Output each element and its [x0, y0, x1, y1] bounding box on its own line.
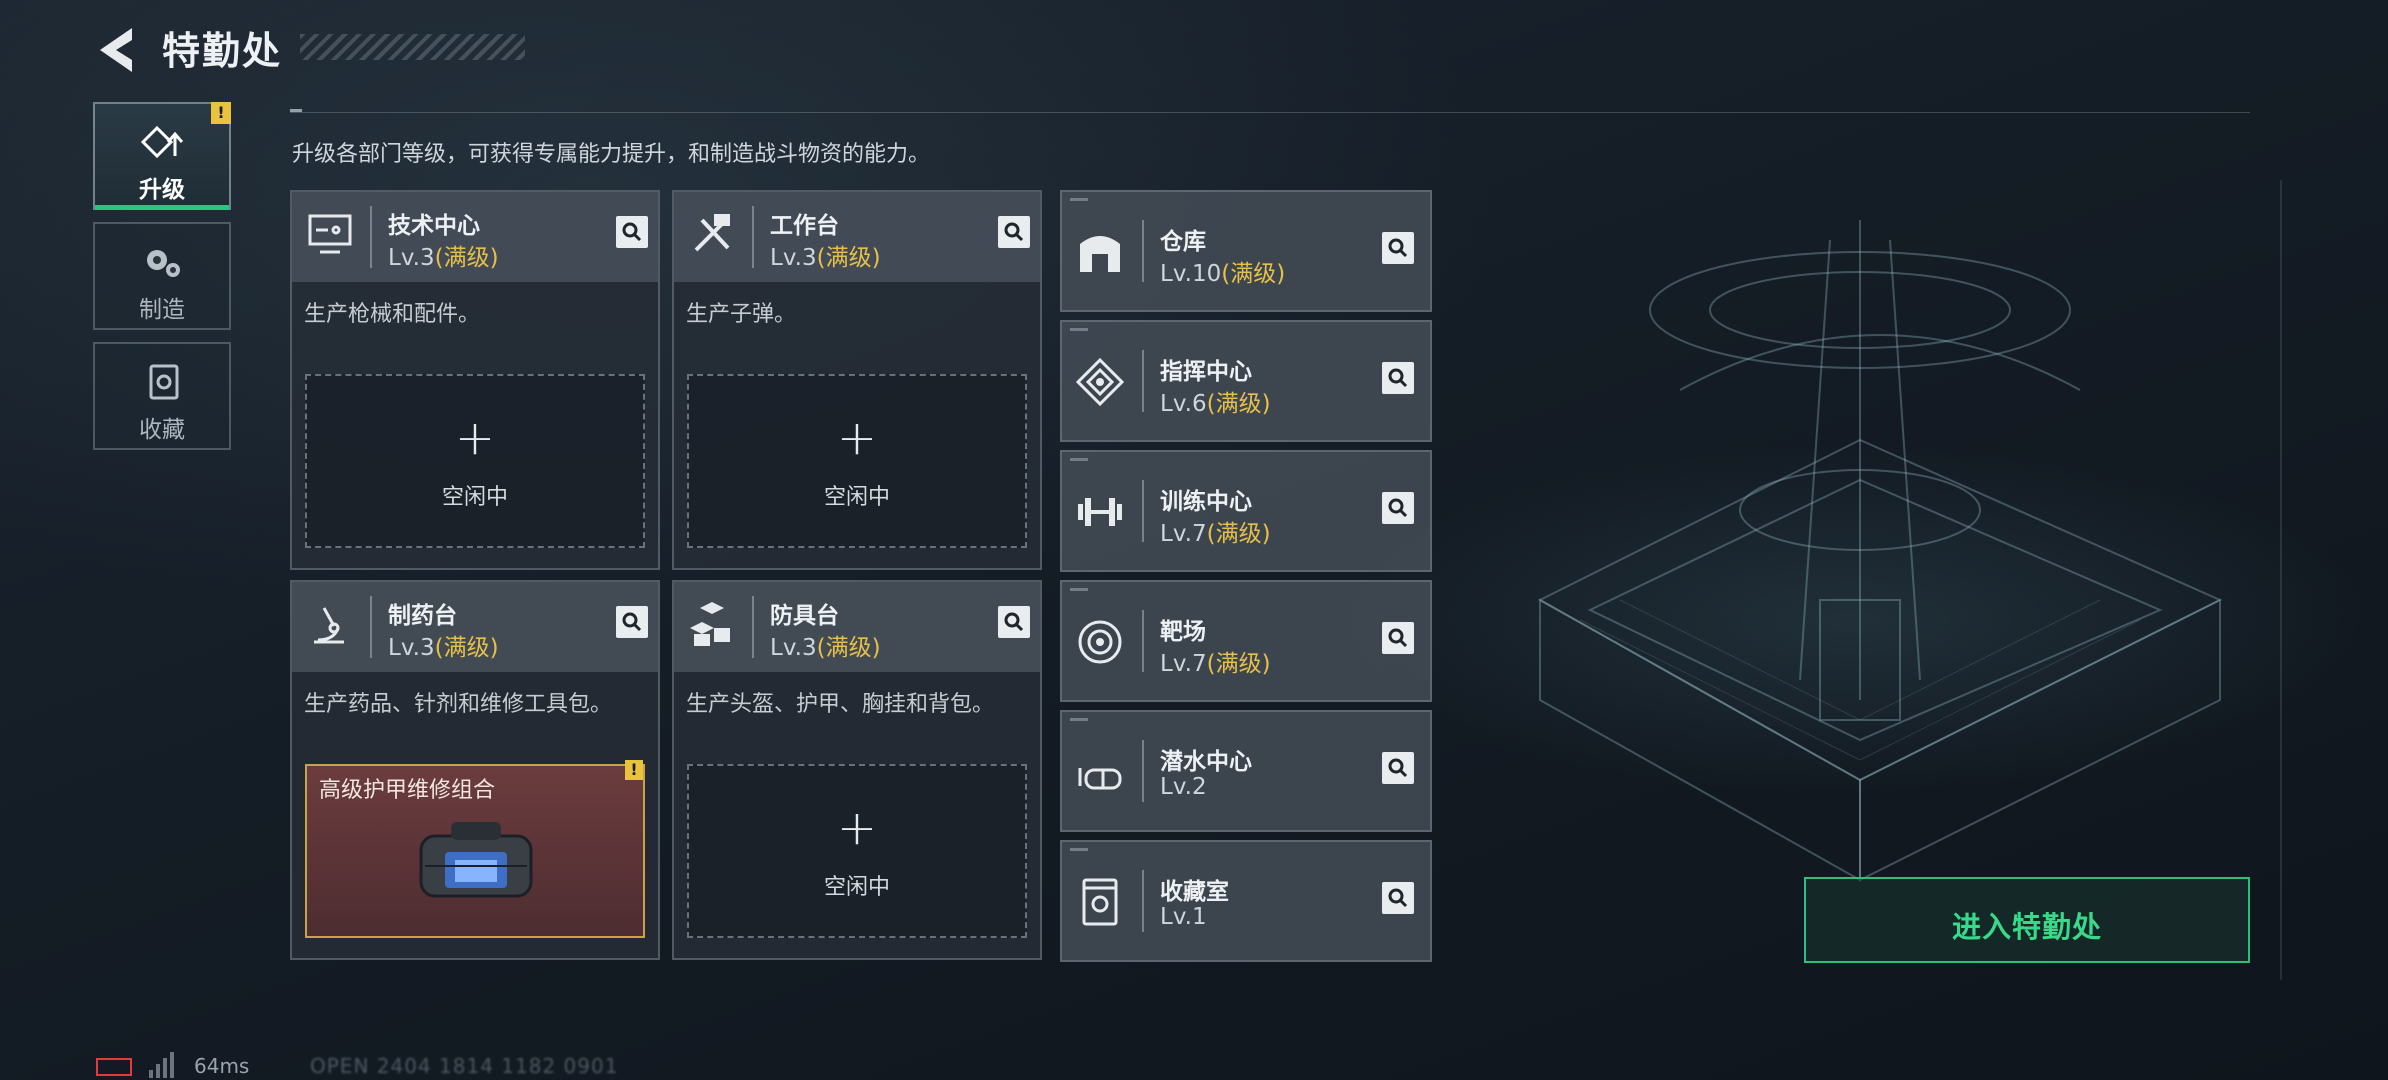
facility-name: 靶场	[1160, 619, 1206, 645]
gears-icon	[147, 250, 180, 277]
production-slot-active[interactable]: 高级护甲维修组合 !	[305, 760, 645, 938]
search-icon[interactable]	[616, 216, 648, 248]
facility-level: Lv.2	[1160, 774, 1207, 800]
search-icon[interactable]	[1382, 362, 1414, 394]
collection-icon	[149, 364, 179, 400]
search-icon[interactable]	[998, 606, 1030, 638]
search-icon[interactable]	[1382, 232, 1414, 264]
divider-accent	[290, 109, 302, 112]
cubes-icon	[690, 602, 730, 646]
facility-name: 指挥中心	[1160, 359, 1252, 385]
enter-button-label: 进入特勤处	[1951, 910, 2102, 944]
workshop-level: Lv.3(满级)	[770, 635, 881, 661]
workshop-name: 防具台	[770, 603, 839, 629]
facility-name: 仓库	[1160, 229, 1206, 255]
add-icon: +	[454, 410, 496, 466]
sidebar-item-label: 制造	[139, 297, 185, 323]
search-icon[interactable]	[616, 606, 648, 638]
battery-icon	[96, 1058, 132, 1076]
slot-status: 空闲中	[823, 485, 890, 510]
facility-level: Lv.7(满级)	[1160, 651, 1271, 677]
facility-card-command-center[interactable]: 指挥中心 Lv.6(满级)	[1060, 320, 1432, 442]
workshop-description: 生产药品、针剂和维修工具包。	[304, 692, 613, 717]
display-case-icon	[1082, 878, 1118, 926]
workshop-level: Lv.3(满级)	[388, 635, 499, 661]
warning-badge: !	[625, 760, 643, 780]
facility-level: Lv.10(满级)	[1160, 261, 1286, 287]
workshop-card-tech-center[interactable]: 技术中心 Lv.3(满级) 生产枪械和配件。 + 空闲中	[290, 190, 660, 570]
sidebar-item-label: 升级	[139, 177, 185, 203]
divider	[290, 112, 2250, 113]
workshop-description: 生产头盔、护甲、胸挂和背包。	[686, 692, 995, 717]
ping-indicator: 64ms	[194, 1054, 250, 1078]
command-icon	[1075, 357, 1125, 407]
facility-name: 训练中心	[1160, 489, 1252, 515]
workshop-level: Lv.3(满级)	[388, 245, 499, 271]
title-decoration	[300, 34, 525, 60]
card-header: 防具台 Lv.3(满级)	[674, 582, 1040, 672]
diving-mask-icon	[1078, 768, 1122, 790]
signal-icon	[149, 1052, 174, 1078]
page-title: 特勤处	[162, 29, 283, 73]
facility-level: Lv.1	[1160, 904, 1207, 930]
production-slot-empty[interactable]: + 空闲中	[687, 374, 1027, 548]
add-icon: +	[836, 410, 878, 466]
search-icon[interactable]	[1382, 752, 1414, 784]
search-icon[interactable]	[1382, 882, 1414, 914]
search-icon[interactable]	[1382, 492, 1414, 524]
tools-icon	[694, 214, 730, 252]
workshop-description: 生产枪械和配件。	[304, 302, 481, 327]
add-icon: +	[836, 800, 878, 856]
facility-name: 潜水中心	[1160, 749, 1252, 775]
facility-wireframe-illustration	[1537, 220, 2223, 882]
user-id-watermark: OPEN 2404 1814 1182 0901	[310, 1054, 619, 1078]
workshop-card-workbench[interactable]: 工作台 Lv.3(满级) 生产子弹。 + 空闲中	[672, 190, 1042, 570]
workshop-name: 制药台	[388, 603, 457, 629]
production-item-name: 高级护甲维修组合	[319, 778, 496, 803]
production-slot-empty[interactable]: + 空闲中	[687, 764, 1027, 938]
facility-card-shooting-range[interactable]: 靶场 Lv.7(满级)	[1060, 580, 1432, 702]
workshop-level: Lv.3(满级)	[770, 245, 881, 271]
target-icon	[1078, 620, 1122, 664]
description-text: 升级各部门等级，可获得专属能力提升，和制造战斗物资的能力。	[292, 142, 931, 167]
card-header: 工作台 Lv.3(满级)	[674, 192, 1040, 282]
dumbbell-icon	[1078, 498, 1122, 526]
sidebar-tab-collection[interactable]: 收藏	[93, 342, 231, 450]
facility-card-collection-room[interactable]: 收藏室 Lv.1	[1060, 840, 1432, 962]
facility-name: 收藏室	[1160, 879, 1229, 905]
microscope-icon	[314, 607, 344, 644]
workshop-description: 生产子弹。	[686, 302, 797, 327]
workshop-card-armor-bench[interactable]: 防具台 Lv.3(满级) 生产头盔、护甲、胸挂和背包。 + 空闲中	[672, 580, 1042, 960]
warehouse-icon	[1080, 236, 1120, 272]
armor-repair-kit-image	[419, 822, 533, 898]
search-icon[interactable]	[998, 216, 1030, 248]
workshop-name: 技术中心	[388, 213, 480, 239]
facility-card-training-center[interactable]: 训练中心 Lv.7(满级)	[1060, 450, 1432, 572]
sidebar-item-label: 收藏	[139, 417, 185, 443]
facility-level: Lv.6(满级)	[1160, 391, 1271, 417]
facility-level: Lv.7(满级)	[1160, 521, 1271, 547]
production-slot-empty[interactable]: + 空闲中	[305, 374, 645, 548]
workshop-card-pharmacy[interactable]: 制药台 Lv.3(满级) 生产药品、针剂和维修工具包。 高级护甲维修组合 !	[290, 580, 660, 960]
upgrade-icon	[140, 125, 184, 159]
decorative-line	[2280, 180, 2282, 980]
facility-card-diving-center[interactable]: 潜水中心 Lv.2	[1060, 710, 1432, 832]
facility-card-warehouse[interactable]: 仓库 Lv.10(满级)	[1060, 190, 1432, 312]
back-arrow-icon[interactable]	[92, 22, 142, 78]
workshop-name: 工作台	[770, 213, 839, 239]
slot-status: 空闲中	[441, 485, 508, 510]
warning-badge: !	[211, 102, 231, 124]
monitor-icon	[308, 214, 352, 254]
sidebar-tab-craft[interactable]: 制造	[93, 222, 231, 330]
search-icon[interactable]	[1382, 622, 1414, 654]
card-header: 技术中心 Lv.3(满级)	[292, 192, 658, 282]
slot-status: 空闲中	[823, 875, 890, 900]
enter-special-ops-button[interactable]: 进入特勤处	[1804, 877, 2250, 963]
card-header: 制药台 Lv.3(满级)	[292, 582, 658, 672]
sidebar-tab-upgrade[interactable]: 升级 !	[93, 102, 231, 210]
